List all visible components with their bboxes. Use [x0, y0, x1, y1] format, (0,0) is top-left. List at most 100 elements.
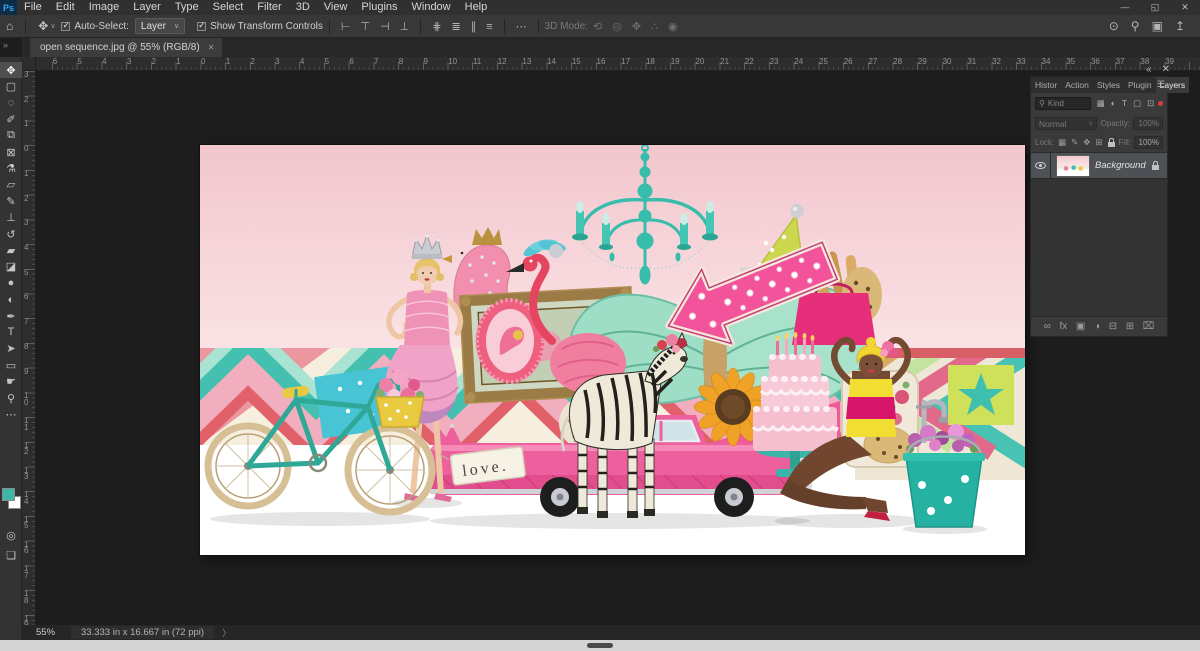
brush-tool[interactable]: ✎ — [0, 193, 22, 209]
zoom-tool[interactable]: ⚲ — [0, 390, 22, 406]
3d-slide-icon[interactable]: ∴ — [646, 21, 663, 33]
blur-tool[interactable]: ● — [0, 275, 22, 291]
close-tab-icon[interactable]: ✕ — [208, 43, 215, 52]
menu-layer[interactable]: Layer — [126, 0, 168, 15]
fill-value[interactable]: 100% — [1134, 136, 1163, 149]
move-tool[interactable]: ✥ — [0, 62, 22, 78]
lasso-tool[interactable]: ◌ — [0, 95, 22, 111]
chevron-down-icon[interactable]: ∨ — [50, 22, 55, 30]
menu-help[interactable]: Help — [458, 0, 495, 15]
distribute-spacing-v-icon[interactable]: ≡ — [481, 21, 497, 33]
distribute-vertical-icon[interactable]: ≣ — [446, 21, 465, 33]
account-icon[interactable]: ⊙ — [1104, 19, 1124, 33]
lock-all-icon[interactable] — [1108, 142, 1115, 147]
foreground-color-swatch[interactable] — [2, 488, 15, 501]
lock-position-icon[interactable]: ✥ — [1082, 137, 1091, 148]
crop-tool[interactable]: ⧉ — [0, 128, 22, 144]
menu-image[interactable]: Image — [82, 0, 127, 15]
filter-adjustment-layers-icon[interactable]: ◐ — [1110, 98, 1117, 109]
gradient-tool[interactable]: ◪ — [0, 259, 22, 275]
distribute-spacing-h-icon[interactable]: ∥ — [466, 21, 482, 33]
workspace-icon[interactable]: ▣ — [1147, 19, 1168, 33]
zoom-level[interactable]: 55% — [36, 627, 55, 638]
new-layer-icon[interactable]: ⊞ — [1126, 321, 1134, 332]
3d-roll-icon[interactable]: ◎ — [607, 21, 627, 33]
align-right-icon[interactable]: ⊣ — [375, 21, 395, 33]
auto-select-checkbox[interactable] — [61, 22, 70, 31]
clone-stamp-tool[interactable]: ⊥ — [0, 210, 22, 226]
3d-drag-icon[interactable]: ✥ — [627, 21, 646, 33]
align-bottom-icon[interactable]: ⊥ — [395, 21, 415, 33]
3d-camera-icon[interactable]: ◉ — [663, 21, 683, 33]
more-options-icon[interactable]: ⋯ — [511, 20, 532, 33]
menu-view[interactable]: View — [317, 0, 355, 15]
menu-plugins[interactable]: Plugins — [354, 0, 404, 15]
delete-layer-icon[interactable]: ⌧ — [1143, 321, 1155, 332]
lock-pixels-icon[interactable]: ✎ — [1070, 137, 1079, 148]
restore-button[interactable]: ◱ — [1140, 0, 1170, 15]
object-selection-tool[interactable]: ✐ — [0, 111, 22, 127]
share-icon[interactable]: ↥ — [1170, 19, 1190, 33]
filter-smart-objects-icon[interactable]: ⊡ — [1146, 98, 1155, 109]
lock-transparency-icon[interactable]: ▦ — [1057, 137, 1067, 148]
minimize-button[interactable]: — — [1110, 0, 1140, 15]
frame-tool[interactable]: ⊠ — [0, 144, 22, 160]
auto-select-target-dropdown[interactable]: Layer ∨ — [135, 18, 185, 34]
menu-window[interactable]: Window — [405, 0, 458, 15]
filter-type-layers-icon[interactable]: T — [1121, 98, 1128, 109]
align-center-h-icon[interactable]: ⊤ — [355, 21, 375, 33]
tab-action[interactable]: Action — [1061, 77, 1093, 93]
add-layer-mask-icon[interactable]: ▣ — [1076, 321, 1085, 332]
screen-mode-button[interactable]: ❏ — [0, 547, 22, 563]
align-left-icon[interactable]: ⊢ — [336, 21, 356, 33]
eyedropper-tool[interactable]: ⚗ — [0, 160, 22, 176]
quick-mask-button[interactable]: ◎ — [0, 527, 22, 543]
tab-plugin[interactable]: Plugin — [1124, 77, 1156, 93]
panel-menu-icon[interactable]: ☰ — [1157, 79, 1165, 90]
close-button[interactable]: ✕ — [1170, 0, 1200, 15]
filter-shape-layers-icon[interactable]: ▢ — [1132, 98, 1142, 109]
layer-search-input[interactable]: ⚲ Kind — [1035, 97, 1091, 110]
layer-thumbnail[interactable] — [1056, 155, 1090, 177]
shape-tool[interactable]: ▭ — [0, 357, 22, 373]
status-chevron-icon[interactable]: 〉 — [222, 626, 231, 639]
search-icon[interactable]: ⚲ — [1126, 19, 1145, 33]
menu-3d[interactable]: 3D — [289, 0, 317, 15]
type-tool[interactable]: T — [0, 324, 22, 340]
path-selection-tool[interactable]: ➤ — [0, 341, 22, 357]
menu-select[interactable]: Select — [206, 0, 251, 15]
filter-pixel-layers-icon[interactable]: ▦ — [1096, 98, 1106, 109]
layer-row-background[interactable]: Background — [1031, 153, 1167, 179]
home-icon[interactable]: ⌂ — [0, 19, 19, 33]
show-transform-checkbox[interactable] — [197, 22, 206, 31]
dock-collapse-icon[interactable]: « — [1146, 64, 1152, 75]
opacity-value[interactable]: 100% — [1133, 117, 1163, 130]
3d-rotate-icon[interactable]: ⟲ — [588, 21, 607, 33]
menu-filter[interactable]: Filter — [250, 0, 288, 15]
pen-tool[interactable]: ✒ — [0, 308, 22, 324]
menu-type[interactable]: Type — [168, 0, 206, 15]
toolbar-collapse-icon[interactable]: » — [3, 40, 8, 50]
visibility-toggle[interactable] — [1031, 153, 1051, 178]
edit-toolbar-icon[interactable]: ⋯ — [0, 406, 22, 422]
marquee-tool[interactable]: ▢ — [0, 78, 22, 94]
menu-file[interactable]: File — [17, 0, 49, 15]
menu-edit[interactable]: Edit — [49, 0, 82, 15]
tab-styles[interactable]: Styles — [1093, 77, 1124, 93]
link-layers-icon[interactable]: ∞ — [1044, 321, 1051, 332]
document-tab[interactable]: open sequence.jpg @ 55% (RGB/8) ✕ — [30, 38, 222, 57]
healing-brush-tool[interactable]: ▱ — [0, 177, 22, 193]
filter-toggle[interactable] — [1158, 101, 1163, 106]
layer-effects-icon[interactable]: fx — [1059, 321, 1067, 332]
new-group-icon[interactable]: ⊟ — [1109, 321, 1117, 332]
hand-tool[interactable]: ☛ — [0, 374, 22, 390]
new-adjustment-layer-icon[interactable]: ◑ — [1094, 321, 1100, 332]
distribute-horizontal-icon[interactable]: ⋕ — [427, 21, 446, 33]
dodge-tool[interactable]: ◐ — [0, 292, 22, 308]
lock-artboard-icon[interactable]: ⊞ — [1094, 137, 1103, 148]
history-brush-tool[interactable]: ↺ — [0, 226, 22, 242]
eraser-tool[interactable]: ▰ — [0, 242, 22, 258]
dock-close-icon[interactable]: ✕ — [1162, 64, 1170, 75]
blend-mode-dropdown[interactable]: Normal ∨ — [1035, 117, 1097, 130]
tab-histor[interactable]: Histor — [1031, 77, 1061, 93]
